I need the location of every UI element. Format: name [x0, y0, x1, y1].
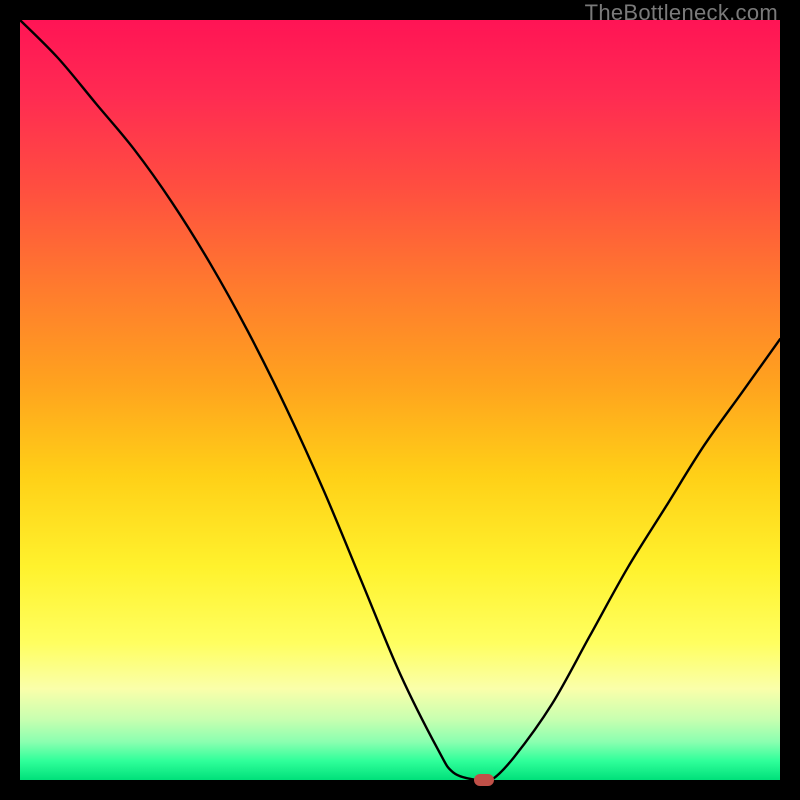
- bottleneck-curve: [20, 20, 780, 780]
- plot-area: [20, 20, 780, 780]
- chart-container: TheBottleneck.com: [0, 0, 800, 800]
- optimal-point-marker: [474, 774, 494, 786]
